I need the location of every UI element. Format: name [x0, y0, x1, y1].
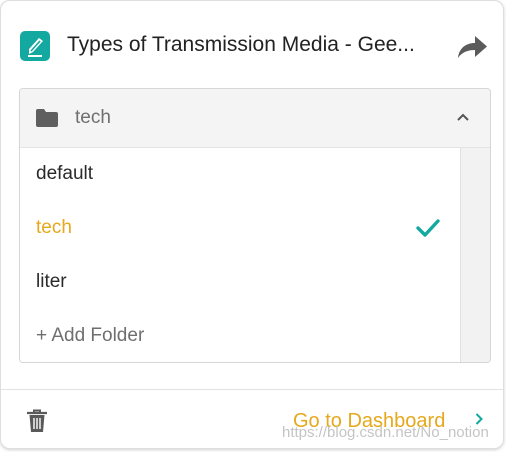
folder-option-default[interactable]: default [20, 148, 460, 202]
folder-dropdown: tech default tech liter + Add Folder [19, 88, 491, 363]
add-folder-button[interactable]: + Add Folder [20, 310, 460, 362]
checkmark-icon [416, 219, 440, 237]
folder-option-label: liter [36, 271, 67, 292]
folder-option-liter[interactable]: liter [20, 256, 460, 310]
folder-select[interactable]: tech [20, 89, 490, 148]
page-title: Types of Transmission Media - Gee... [67, 33, 415, 56]
trash-icon[interactable] [26, 409, 48, 433]
add-folder-label: + Add Folder [36, 325, 145, 346]
watermark-text: https://blog.csdn.net/No_notion [282, 424, 489, 441]
app-logo-icon [20, 31, 50, 61]
folder-icon [36, 109, 58, 127]
popup-header: Types of Transmission Media - Gee... [1, 1, 503, 87]
folder-option-tech[interactable]: tech [20, 202, 460, 256]
folder-option-list: default tech liter + Add Folder [20, 148, 460, 362]
chevron-up-icon[interactable] [457, 113, 469, 121]
folder-option-label: tech [36, 217, 72, 238]
folder-option-label: default [36, 163, 94, 184]
save-popup: Types of Transmission Media - Gee... tec… [0, 0, 504, 449]
share-arrow-icon[interactable] [455, 32, 489, 62]
option-list-scrollbar[interactable] [460, 148, 490, 362]
selected-folder-label: tech [75, 107, 111, 128]
